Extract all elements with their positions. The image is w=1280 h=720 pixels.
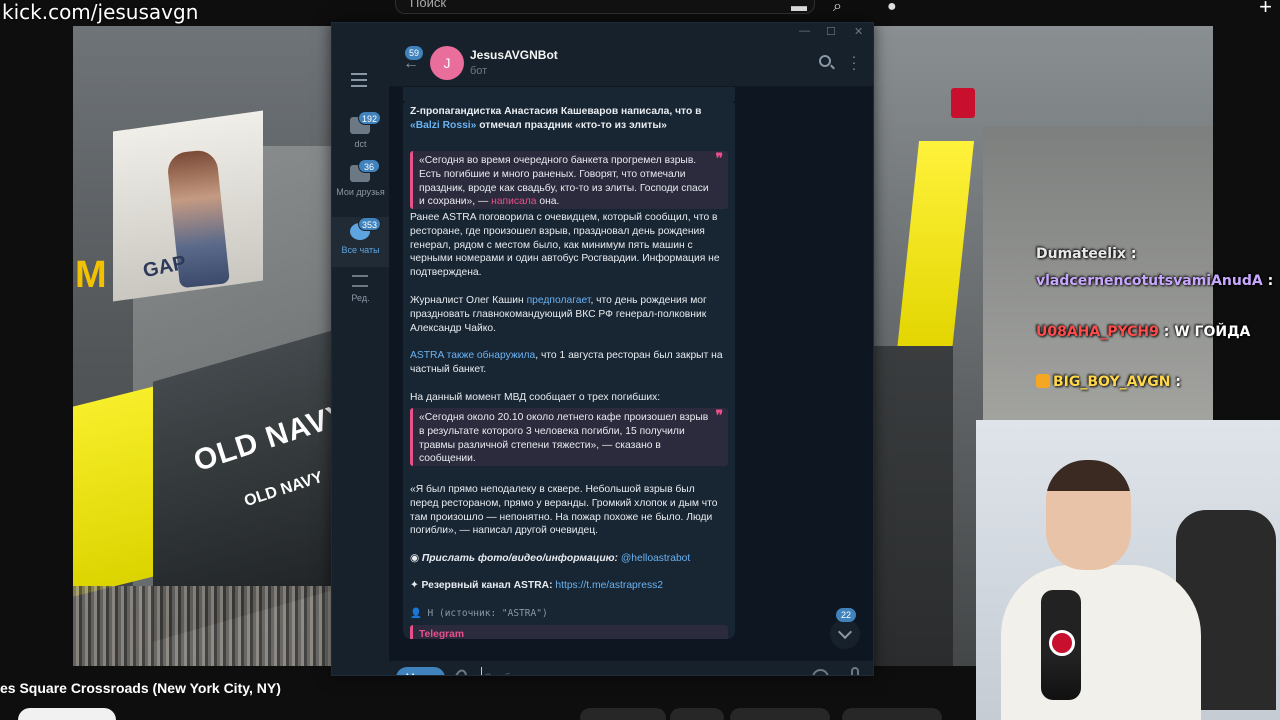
message-bubble: Z-пропагандистка Анастасия Кашеваров нап… <box>403 99 735 639</box>
kashin-link[interactable]: предполагает <box>527 295 591 306</box>
message-paragraph: «Я был прямо неподалеку в сквере. Неболь… <box>410 484 718 537</box>
chat-message: : <box>1175 374 1181 390</box>
yellow-screen-left <box>73 385 158 597</box>
badge-icon <box>1036 374 1050 388</box>
red-sign <box>951 88 975 118</box>
message-paragraph: ASTRA также обнаружила, что 1 августа ре… <box>410 350 723 375</box>
search-icon[interactable] <box>819 55 831 67</box>
stream-chat: Dumateelix : vladcernencotutsvamiAnudA :… <box>1032 240 1280 400</box>
minimize-button[interactable]: — <box>799 25 810 37</box>
microphone-icon[interactable]: ● <box>887 0 897 16</box>
message-paragraph: Ранее ASTRA поговорила с очевидцем, кото… <box>410 212 720 279</box>
quote-block: «Сегодня около 20.10 около летнего кафе … <box>410 408 728 466</box>
like-button[interactable] <box>580 708 666 720</box>
message-input[interactable] <box>481 667 781 675</box>
avatar[interactable]: J <box>430 46 464 80</box>
quote-icon: ❞ <box>715 407 723 423</box>
window-titlebar: — ☐ ✕ <box>332 23 873 41</box>
browser-topbar: Поиск ▬ ⌕ ● <box>395 0 897 16</box>
folder-label: dct <box>354 139 367 149</box>
message-paragraph: На данный момент МВД сообщает о трех пог… <box>410 392 661 403</box>
folder-sidebar: 192 dct 36 Мои друзья 353 Все чаты Ред. <box>332 41 389 675</box>
camera-icon: ◉ <box>410 553 422 564</box>
bot-menu-button[interactable]: Меню <box>396 667 445 675</box>
message-composer: Меню <box>389 661 873 675</box>
folder-label: Все чаты <box>341 245 380 255</box>
chat-line: vladcernencotutsvamiAnudA : <box>1036 273 1273 289</box>
unread-badge: 22 <box>836 608 857 622</box>
video-title: es Square Crossroads (New York City, NY) <box>0 680 281 696</box>
source-line: 👤 Н (источник: "ASTRA") <box>410 608 548 619</box>
chat-user: vladcernencotutsvamiAnudA <box>1036 273 1263 289</box>
chat-message: : W ГОЙДА <box>1163 324 1251 340</box>
comments-button[interactable] <box>670 708 724 720</box>
helloastrabot-link[interactable]: @helloastrabot <box>621 553 690 564</box>
screen: GAP M OLD NAVY OLD NAVY kick.com/jesusav… <box>0 0 1280 720</box>
telegram-preview-card[interactable]: Telegram <box>410 625 728 639</box>
quote-block: «Сегодня во время очередного банкета про… <box>410 151 728 209</box>
folder-edit[interactable]: Ред. <box>332 269 389 319</box>
mcdonalds-logo: M <box>75 254 107 296</box>
streamer-head <box>1046 460 1131 570</box>
chat-message: : <box>1130 246 1137 262</box>
message-intro: Z-пропагандистка Анастасия Кашеваров нап… <box>410 106 702 131</box>
chat-status: бот <box>470 65 488 77</box>
unread-badge: 353 <box>358 217 382 231</box>
unread-badge: 36 <box>358 159 380 173</box>
chat-panel: ← 59 J JesusAVGNBot бот · · · Z-пропаганди… <box>389 41 873 675</box>
maximize-button[interactable]: ☐ <box>826 25 836 38</box>
close-button[interactable]: ✕ <box>854 25 863 38</box>
back-unread-badge: 59 <box>405 46 424 60</box>
telegram-window: — ☐ ✕ 192 dct 36 Мои друзья 353 Все чаты <box>331 22 874 676</box>
crowd <box>73 586 331 666</box>
more-options-icon[interactable]: · · · <box>851 49 857 75</box>
quote-icon: ❞ <box>715 150 723 166</box>
emoji-icon[interactable] <box>812 669 829 675</box>
folder-label: Ред. <box>351 293 370 303</box>
search-box[interactable]: Поиск <box>395 0 815 14</box>
chat-title[interactable]: JesusAVGNBot <box>470 48 558 62</box>
astra-link[interactable]: ASTRA также обнаружила <box>410 350 535 361</box>
save-button[interactable] <box>842 708 942 720</box>
unread-badge: 192 <box>358 111 382 125</box>
sliders-icon <box>352 275 368 287</box>
message-paragraph: ✦ Резервный канал ASTRA: https://t.me/as… <box>410 580 663 591</box>
stream-url: kick.com/jesusavgn <box>2 0 199 24</box>
preview-title: Telegram <box>419 629 465 639</box>
paperclip-icon[interactable] <box>451 667 469 675</box>
share-button[interactable] <box>730 708 830 720</box>
pin-icon: ✦ <box>410 580 422 591</box>
webcam <box>976 420 1280 720</box>
plus-icon[interactable]: + <box>1259 0 1272 20</box>
street <box>873 346 953 666</box>
chat-user: BIG_BOY_AVGN <box>1053 374 1171 390</box>
chat-header: ← 59 J JesusAVGNBot бот · · · <box>389 41 873 87</box>
message-paragraph: ◉ Прислать фото/видео/информацию: @hello… <box>410 553 691 564</box>
search-placeholder: Поиск <box>410 0 447 10</box>
source-link[interactable]: написала <box>491 196 536 207</box>
keyboard-icon[interactable]: ▬ <box>791 0 807 16</box>
scroll-down-button[interactable] <box>830 619 860 649</box>
hamburger-menu-icon[interactable] <box>351 73 367 91</box>
chat-user: Dumateelix <box>1036 246 1126 262</box>
microphone-icon[interactable] <box>851 667 859 675</box>
subscribe-button[interactable] <box>18 708 116 720</box>
search-icon[interactable]: ⌕ <box>833 0 842 16</box>
folder-label: Мои друзья <box>336 187 385 197</box>
chat-line: Dumateelix : <box>1036 246 1136 262</box>
chat-line: U08AHA_PYCH9 : W ГОЙДА <box>1036 324 1250 340</box>
backup-channel-link[interactable]: https://t.me/astrapress2 <box>555 580 663 591</box>
balzi-rossi-link[interactable]: «Balzi Rossi» <box>410 120 476 131</box>
chat-message: : <box>1267 273 1274 289</box>
chat-user: U08AHA_PYCH9 <box>1036 324 1159 340</box>
folder-friends[interactable]: 36 Мои друзья <box>332 159 389 209</box>
folder-dct[interactable]: 192 dct <box>332 111 389 161</box>
folder-all-chats[interactable]: 353 Все чаты <box>332 217 389 267</box>
chat-line: BIG_BOY_AVGN : <box>1036 374 1181 390</box>
message-paragraph: Журналист Олег Кашин предполагает, что д… <box>410 295 707 334</box>
microphone-badge <box>1049 630 1075 656</box>
streamer-body <box>1001 565 1201 720</box>
